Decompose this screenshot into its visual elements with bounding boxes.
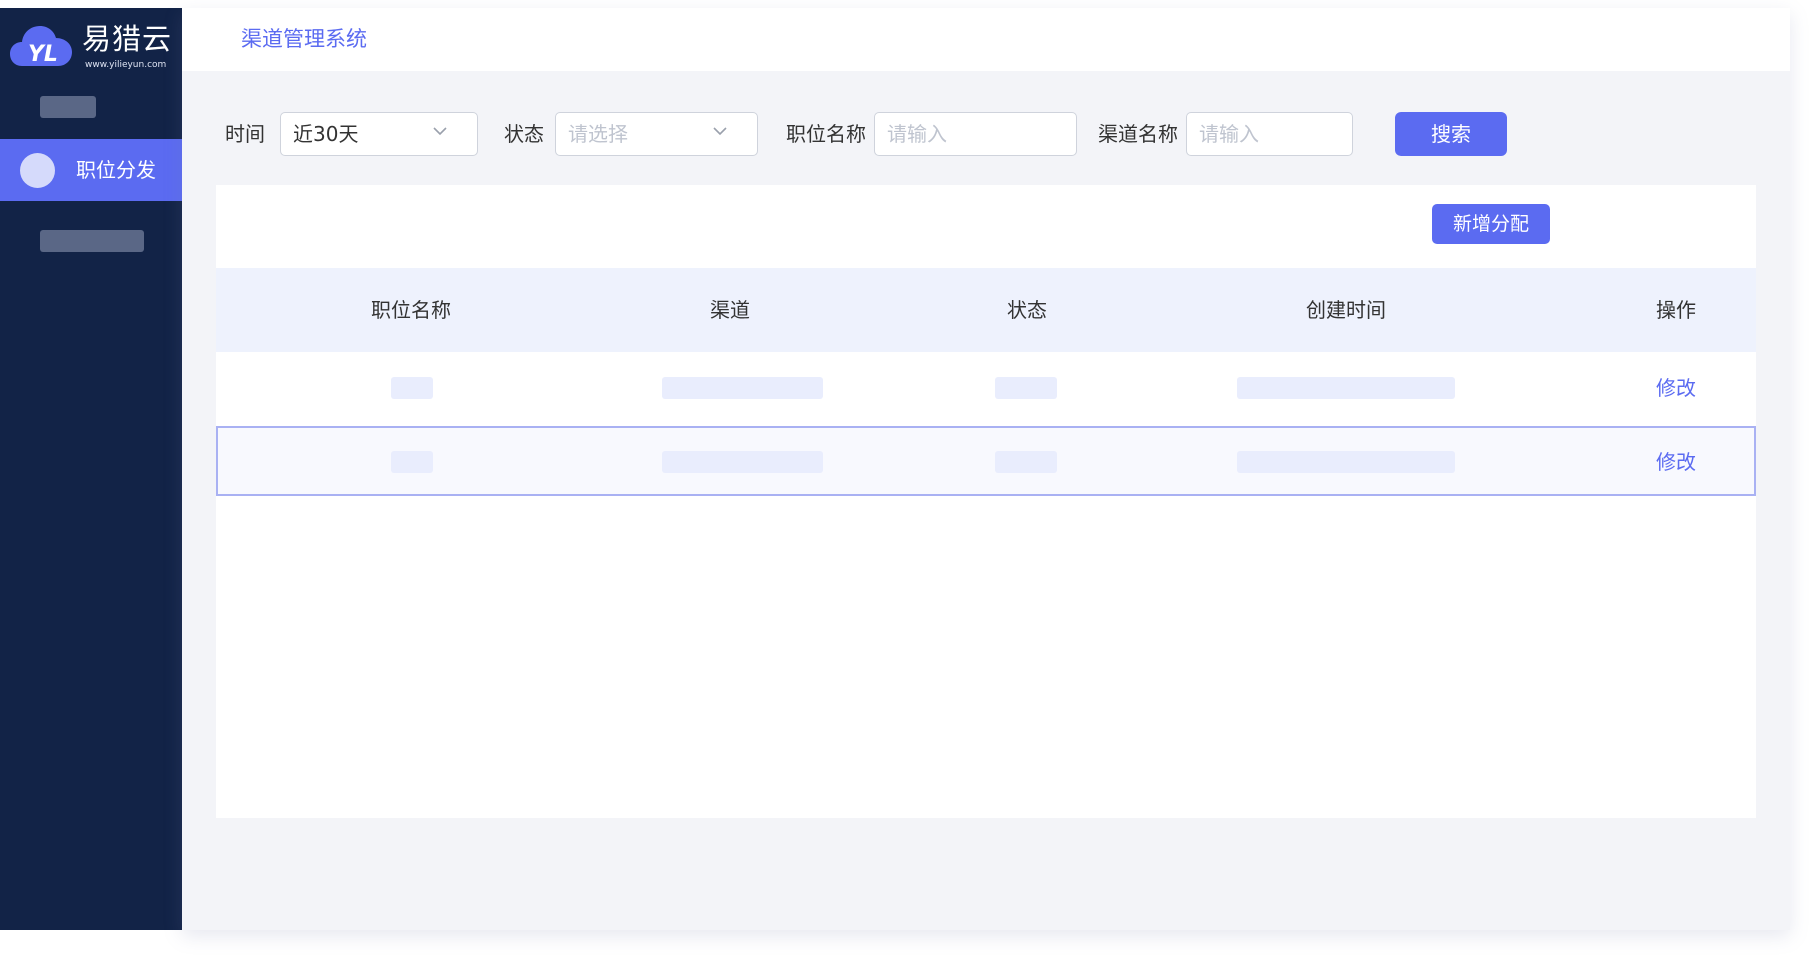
column-header-status: 状态 — [1007, 298, 1047, 322]
sidebar-item-position-distribution[interactable]: 职位分发 — [0, 139, 182, 201]
edit-link[interactable]: 修改 — [1644, 352, 1708, 424]
chevron-down-icon — [433, 127, 447, 136]
brand-url: www.yilieyun.com — [85, 60, 167, 70]
status-filter-label: 状态 — [504, 122, 544, 146]
channel-name-input[interactable]: 请输入 — [1186, 112, 1353, 156]
time-select-value: 近30天 — [293, 122, 359, 146]
table-row-selected[interactable]: 修改 — [216, 426, 1756, 496]
column-header-created-time: 创建时间 — [1306, 298, 1386, 322]
channel-name-filter-label: 渠道名称 — [1098, 122, 1178, 146]
cell-placeholder-position-name — [391, 451, 433, 473]
position-name-filter-label: 职位名称 — [786, 122, 866, 146]
cell-placeholder-status — [995, 377, 1057, 399]
search-button[interactable]: 搜索 — [1395, 112, 1507, 156]
cell-placeholder-position-name — [391, 377, 433, 399]
edit-link[interactable]: 修改 — [1644, 428, 1708, 500]
page-title: 渠道管理系统 — [241, 27, 367, 51]
cell-placeholder-channel — [662, 451, 823, 473]
circle-icon — [20, 153, 55, 188]
column-header-actions: 操作 — [1656, 298, 1696, 322]
cell-placeholder-created-time — [1237, 377, 1455, 399]
main-content: 渠道管理系统 时间 近30天 状态 请选择 职位名称 请输入 渠道名称 请输入 … — [182, 8, 1790, 930]
brand-name: 易猎云 — [82, 22, 173, 56]
svg-text:YL: YL — [28, 42, 58, 67]
table-header: 职位名称 渠道 状态 创建时间 操作 — [216, 268, 1756, 352]
time-select[interactable]: 近30天 — [280, 112, 478, 156]
column-header-channel: 渠道 — [710, 298, 750, 322]
position-name-input[interactable]: 请输入 — [874, 112, 1077, 156]
sidebar-item-placeholder[interactable] — [40, 230, 144, 252]
channel-name-placeholder: 请输入 — [1199, 122, 1259, 146]
logo[interactable]: YL 易猎云 www.yilieyun.com — [10, 16, 175, 76]
table-card: 新增分配 职位名称 渠道 状态 创建时间 操作 修改 修改 — [216, 185, 1756, 818]
chevron-down-icon — [713, 127, 727, 136]
column-header-position-name: 职位名称 — [371, 298, 451, 322]
add-allocation-button[interactable]: 新增分配 — [1432, 204, 1550, 244]
status-select-placeholder: 请选择 — [568, 122, 628, 146]
sidebar-item-label: 职位分发 — [76, 158, 156, 182]
status-select[interactable]: 请选择 — [555, 112, 758, 156]
sidebar-item-placeholder[interactable] — [40, 96, 96, 118]
table-row[interactable]: 修改 — [216, 352, 1756, 424]
cloud-logo-icon: YL — [10, 26, 72, 67]
position-name-placeholder: 请输入 — [887, 122, 947, 146]
cell-placeholder-created-time — [1237, 451, 1455, 473]
top-bar: 渠道管理系统 — [182, 8, 1790, 71]
cell-placeholder-channel — [662, 377, 823, 399]
time-filter-label: 时间 — [225, 122, 265, 146]
cell-placeholder-status — [995, 451, 1057, 473]
sidebar: YL 易猎云 www.yilieyun.com 职位分发 — [0, 8, 182, 930]
